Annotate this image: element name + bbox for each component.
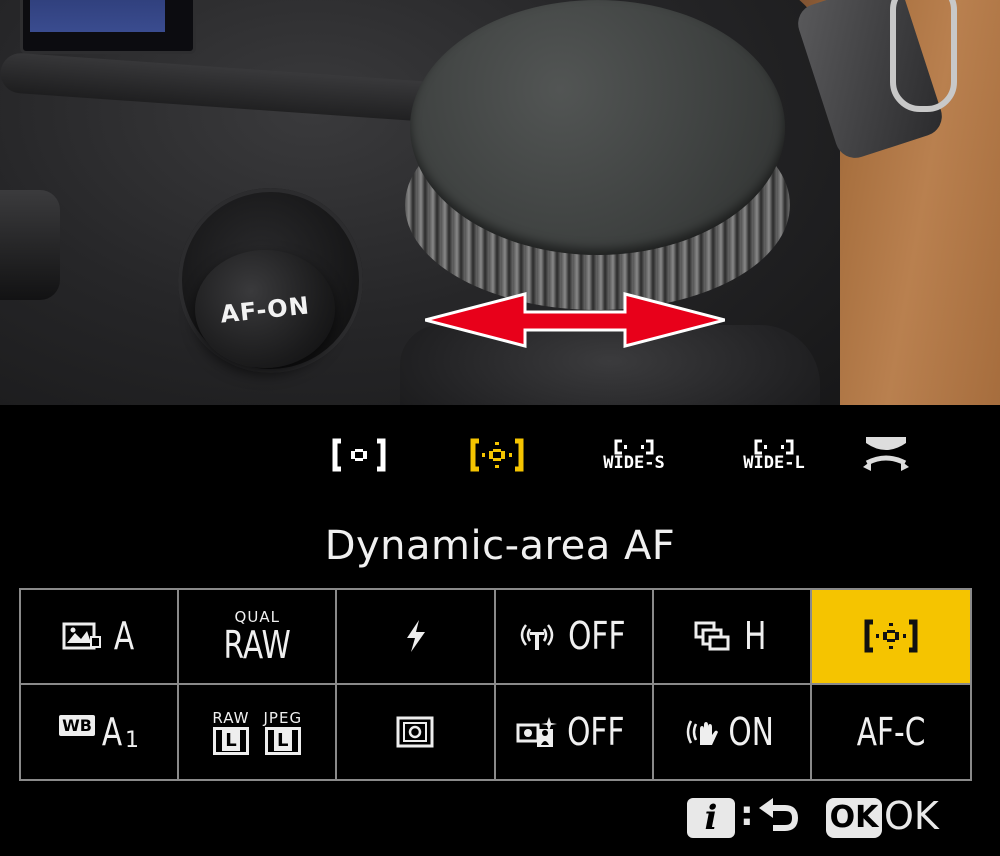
image-size-raw-value: L bbox=[222, 729, 240, 751]
cell-focus-mode[interactable]: AF-C bbox=[812, 685, 970, 780]
cell-flash-mode[interactable] bbox=[337, 590, 496, 685]
wireless-value: OFF bbox=[567, 614, 626, 659]
ok-label: OK bbox=[884, 794, 939, 838]
left-control bbox=[0, 190, 60, 300]
vr-value: ON bbox=[727, 709, 774, 754]
cell-metering[interactable] bbox=[337, 684, 496, 779]
mode-wide-s[interactable]: WIDE-S bbox=[598, 433, 670, 477]
dynamic-area-af-icon bbox=[864, 619, 918, 653]
mode-dynamic-area[interactable] bbox=[468, 433, 526, 477]
cell-vibration-reduction[interactable]: ON bbox=[654, 684, 812, 779]
i-menu-screen: WIDE-S WIDE-L Dynamic-area AF A QUAL RAW… bbox=[0, 405, 1000, 856]
wb-value: A bbox=[101, 709, 123, 754]
wb-prefix: WB bbox=[59, 714, 95, 736]
mode-auto-area[interactable] bbox=[860, 433, 912, 477]
continuous-release-icon bbox=[694, 621, 730, 651]
camera-photo: AF-ON bbox=[0, 0, 1000, 405]
cell-picture-control[interactable]: A bbox=[21, 590, 180, 685]
release-mode-value: H bbox=[744, 614, 767, 659]
strap-ring bbox=[890, 0, 957, 112]
auto-area-af-icon bbox=[863, 437, 909, 471]
wb-sub: 1 bbox=[125, 728, 139, 753]
ok-key-icon: OK bbox=[826, 798, 882, 838]
image-size-raw-caption: RAW bbox=[212, 708, 250, 727]
quality-value: RAW bbox=[223, 623, 291, 668]
focus-mode-value: AF-C bbox=[856, 709, 926, 754]
af-area-mode-title: Dynamic-area AF bbox=[324, 523, 676, 569]
silent-photography-icon bbox=[516, 716, 557, 747]
top-lcd-screen bbox=[30, 0, 165, 32]
i-menu-grid: A QUAL RAW OFF H WB A 1 RAW L JPEG L OFF… bbox=[19, 588, 972, 781]
image-size-jpeg-caption: JPEG bbox=[263, 708, 303, 727]
picture-control-value: A bbox=[113, 614, 135, 659]
silent-photo-value: OFF bbox=[566, 709, 625, 754]
cell-silent-photo[interactable]: OFF bbox=[496, 684, 654, 779]
wide-s-label: WIDE-S bbox=[603, 453, 665, 473]
cell-af-area-mode[interactable] bbox=[811, 590, 970, 685]
vibration-reduction-icon bbox=[686, 720, 718, 745]
menu-footer: i : OK OK bbox=[0, 790, 1000, 850]
cell-image-quality[interactable]: QUAL RAW bbox=[179, 590, 338, 685]
picture-control-icon bbox=[62, 622, 102, 650]
mode-single-point[interactable] bbox=[330, 433, 388, 477]
wide-l-label: WIDE-L bbox=[743, 453, 805, 473]
matrix-metering-icon bbox=[396, 716, 434, 748]
image-size-raw-box: L bbox=[212, 726, 249, 755]
info-key-icon: i bbox=[687, 798, 735, 838]
cell-wireless[interactable]: OFF bbox=[495, 590, 654, 685]
flash-icon bbox=[407, 620, 426, 653]
wireless-icon bbox=[520, 624, 554, 651]
single-point-af-icon bbox=[332, 438, 386, 472]
command-dial[interactable] bbox=[410, 0, 785, 255]
image-size-jpeg-value: L bbox=[274, 729, 292, 751]
double-arrow-icon bbox=[425, 292, 725, 348]
cell-white-balance[interactable]: WB A 1 bbox=[21, 684, 180, 779]
mode-wide-l[interactable]: WIDE-L bbox=[738, 433, 810, 477]
cell-release-mode[interactable]: H bbox=[653, 590, 812, 685]
footer-colon: : bbox=[740, 794, 754, 834]
cell-image-size[interactable]: RAW L JPEG L bbox=[179, 684, 338, 779]
back-arrow-icon bbox=[759, 798, 799, 831]
dynamic-area-af-icon bbox=[470, 438, 524, 472]
image-size-jpeg-box: L bbox=[264, 726, 301, 755]
